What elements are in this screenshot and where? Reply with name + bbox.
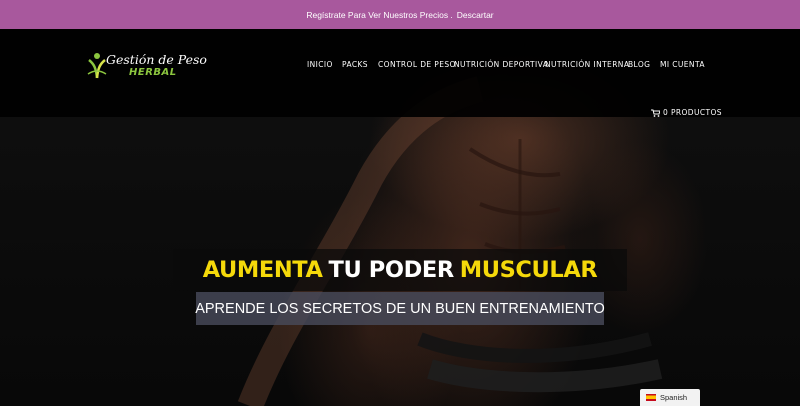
spain-flag-icon bbox=[646, 394, 656, 401]
headline-word-tu-poder: TU PODER bbox=[328, 257, 455, 283]
store-notice-bar: Regístrate Para Ver Nuestros Precios . D… bbox=[0, 0, 800, 29]
headline-word-muscular: MUSCULAR bbox=[459, 257, 598, 283]
notice-text: Regístrate Para Ver Nuestros Precios . bbox=[306, 9, 453, 20]
brand-script: Gestión de Peso bbox=[106, 52, 207, 67]
nav-item-packs[interactable]: PACKS bbox=[342, 60, 368, 69]
cart-link[interactable]: 0 PRODUCTOS bbox=[651, 108, 722, 117]
nav-item-nutricion-deportiva[interactable]: NUTRICIÓN DEPORTIVA bbox=[454, 60, 548, 69]
site-logo[interactable]: Gestión de Peso HERBAL bbox=[86, 50, 207, 84]
leaf-figure-icon bbox=[87, 53, 107, 79]
dismiss-link[interactable]: Descartar bbox=[457, 10, 494, 20]
nav-item-mi-cuenta[interactable]: MI CUENTA bbox=[660, 60, 705, 69]
cart-label: 0 PRODUCTOS bbox=[663, 108, 722, 117]
nav-item-control-de-peso[interactable]: CONTROL DE PESO bbox=[378, 60, 456, 69]
nav-item-nutricion-interna[interactable]: NUTRICIÓN INTERNA bbox=[545, 60, 629, 69]
subheadline-text: APRENDE LOS SECRETOS DE UN BUEN ENTRENAM… bbox=[195, 300, 605, 317]
nav-item-blog[interactable]: BLOG bbox=[628, 60, 650, 69]
nav-item-inicio[interactable]: INICIO bbox=[307, 60, 333, 69]
hero-subheadline: APRENDE LOS SECRETOS DE UN BUEN ENTRENAM… bbox=[195, 292, 605, 325]
language-switcher[interactable]: Spanish bbox=[640, 389, 700, 406]
brand-herbal: HERBAL bbox=[129, 67, 177, 78]
language-label: Spanish bbox=[660, 393, 688, 402]
hero-headline: AUMENTA TU PODER MUSCULAR bbox=[173, 249, 627, 291]
cart-icon bbox=[651, 109, 660, 117]
headline-word-aumenta: AUMENTA bbox=[202, 257, 323, 283]
